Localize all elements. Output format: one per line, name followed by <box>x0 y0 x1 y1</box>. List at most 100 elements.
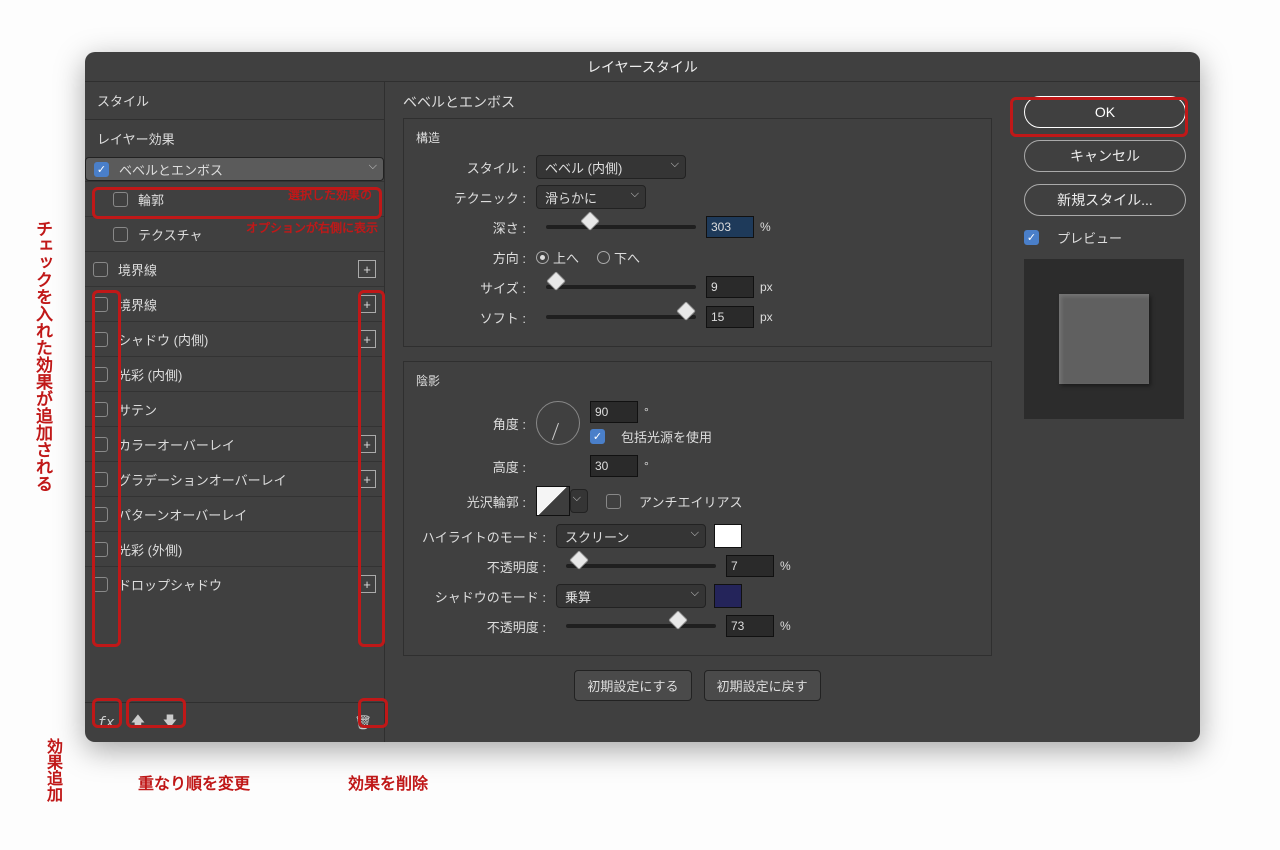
shadow-mode-select[interactable]: 乗算 <box>556 584 706 608</box>
add-effect-icon[interactable]: + <box>358 295 376 313</box>
technique-select[interactable]: 滑らかに <box>536 185 646 209</box>
depth-input[interactable] <box>706 216 754 238</box>
effect-row-inner-glow[interactable]: 光彩 (内側) <box>85 356 384 391</box>
defaults-row: 初期設定にする 初期設定に戻す <box>403 670 992 701</box>
direction-label: 方向 : <box>416 248 536 267</box>
panel-title: ベベルとエンボス <box>403 92 992 112</box>
effect-checkbox[interactable] <box>93 332 108 347</box>
fx-menu-button[interactable]: fx <box>93 712 119 734</box>
effect-checkbox[interactable] <box>93 297 108 312</box>
style-label: スタイル : <box>416 158 536 177</box>
angle-dial[interactable] <box>536 401 580 445</box>
effect-row-bevel-emboss[interactable]: ✓ ベベルとエンボス <box>85 157 384 181</box>
shading-title: 陰影 <box>416 372 979 389</box>
effect-row-outer-glow[interactable]: 光彩 (外側) <box>85 531 384 566</box>
depth-slider[interactable] <box>546 225 696 229</box>
highlight-opacity-slider[interactable] <box>566 564 716 568</box>
reset-default-button[interactable]: 初期設定に戻す <box>704 670 821 701</box>
shadow-color-swatch[interactable] <box>714 584 742 608</box>
effect-checkbox[interactable] <box>93 577 108 592</box>
direction-down-radio[interactable] <box>597 251 610 264</box>
add-effect-icon[interactable]: + <box>358 330 376 348</box>
trash-icon[interactable]: 🗑 <box>350 712 376 734</box>
altitude-input[interactable] <box>590 455 638 477</box>
depth-unit: % <box>760 220 771 234</box>
effects-header[interactable]: レイヤー効果 <box>85 120 384 157</box>
annotation-check-add: チェックを入れた効果が追加される <box>30 220 55 492</box>
ok-button[interactable]: OK <box>1024 96 1186 128</box>
effect-label: 境界線 <box>118 260 157 279</box>
preview-box <box>1024 259 1184 419</box>
gloss-contour-picker[interactable] <box>536 486 570 516</box>
move-up-icon[interactable]: 🡅 <box>125 712 151 734</box>
direction-up-radio[interactable] <box>536 251 549 264</box>
options-panel: ベベルとエンボス 構造 スタイル : ベベル (内側) テクニック : 滑らかに… <box>385 82 1010 742</box>
soft-slider[interactable] <box>546 315 696 319</box>
direction-down-label: 下へ <box>614 248 640 267</box>
effect-row-stroke-2[interactable]: 境界線 + <box>85 286 384 321</box>
antialias-checkbox[interactable] <box>606 494 621 509</box>
highlight-opacity-input[interactable] <box>726 555 774 577</box>
add-effect-icon[interactable]: + <box>358 435 376 453</box>
structure-title: 構造 <box>416 129 979 146</box>
effect-checkbox[interactable] <box>93 262 108 277</box>
effect-row-stroke-1[interactable]: 境界線 + <box>85 251 384 286</box>
effect-row-color-overlay[interactable]: カラーオーバーレイ + <box>85 426 384 461</box>
technique-label: テクニック : <box>416 188 536 207</box>
effect-checkbox[interactable] <box>93 507 108 522</box>
effect-row-inner-shadow[interactable]: シャドウ (内側) + <box>85 321 384 356</box>
move-down-icon[interactable]: 🡇 <box>157 712 183 734</box>
effect-row-texture[interactable]: テクスチャ オプションが右側に表示 <box>85 216 384 251</box>
size-slider[interactable] <box>546 285 696 289</box>
effect-checkbox[interactable] <box>93 472 108 487</box>
effect-row-gradient-overlay[interactable]: グラデーションオーバーレイ + <box>85 461 384 496</box>
degree-unit2: ° <box>644 459 649 473</box>
add-effect-icon[interactable]: + <box>358 575 376 593</box>
effect-row-drop-shadow[interactable]: ドロップシャドウ + <box>85 566 384 601</box>
direction-up-label: 上へ <box>553 248 579 267</box>
preview-swatch <box>1059 294 1149 384</box>
effect-row-pattern-overlay[interactable]: パターンオーバーレイ <box>85 496 384 531</box>
effect-checkbox[interactable] <box>93 437 108 452</box>
shadow-opacity-input[interactable] <box>726 615 774 637</box>
effect-checkbox[interactable] <box>113 227 128 242</box>
cancel-button[interactable]: キャンセル <box>1024 140 1186 172</box>
shading-group: 陰影 角度 : ° ✓ 包括光源を使用 <box>403 361 992 656</box>
add-effect-icon[interactable]: + <box>358 260 376 278</box>
make-default-button[interactable]: 初期設定にする <box>574 670 691 701</box>
effect-checkbox[interactable] <box>93 542 108 557</box>
gloss-label: 光沢輪郭 : <box>416 492 536 511</box>
effect-label: カラーオーバーレイ <box>118 435 235 454</box>
styles-header[interactable]: スタイル <box>85 82 384 119</box>
effect-row-satin[interactable]: サテン <box>85 391 384 426</box>
highlight-opacity-label: 不透明度 : <box>416 557 556 576</box>
effect-checkbox[interactable]: ✓ <box>94 162 109 177</box>
altitude-label: 高度 : <box>416 457 536 476</box>
soft-unit: px <box>760 310 773 324</box>
effect-label: ドロップシャドウ <box>118 575 222 594</box>
global-light-label: 包括光源を使用 <box>621 427 712 446</box>
add-effect-icon[interactable]: + <box>358 470 376 488</box>
size-input[interactable] <box>706 276 754 298</box>
highlight-color-swatch[interactable] <box>714 524 742 548</box>
style-select[interactable]: ベベル (内側) <box>536 155 686 179</box>
antialias-label: アンチエイリアス <box>639 492 742 511</box>
sidebar-footer: fx 🡅 🡇 🗑 <box>85 702 384 742</box>
effect-label: グラデーションオーバーレイ <box>118 470 287 489</box>
effect-checkbox[interactable] <box>113 192 128 207</box>
preview-checkbox[interactable]: ✓ <box>1024 230 1039 245</box>
effect-checkbox[interactable] <box>93 402 108 417</box>
dialog-titlebar: レイヤースタイル <box>85 52 1200 82</box>
size-label: サイズ : <box>416 278 536 297</box>
effect-row-contour[interactable]: 輪郭 選択した効果の <box>85 181 384 216</box>
depth-label: 深さ : <box>416 218 536 237</box>
gloss-dropdown-icon[interactable] <box>570 489 588 513</box>
angle-input[interactable] <box>590 401 638 423</box>
annotation-delete: 効果を削除 <box>348 770 428 794</box>
effect-checkbox[interactable] <box>93 367 108 382</box>
global-light-checkbox[interactable]: ✓ <box>590 429 605 444</box>
shadow-opacity-slider[interactable] <box>566 624 716 628</box>
highlight-mode-select[interactable]: スクリーン <box>556 524 706 548</box>
soft-input[interactable] <box>706 306 754 328</box>
new-style-button[interactable]: 新規スタイル... <box>1024 184 1186 216</box>
